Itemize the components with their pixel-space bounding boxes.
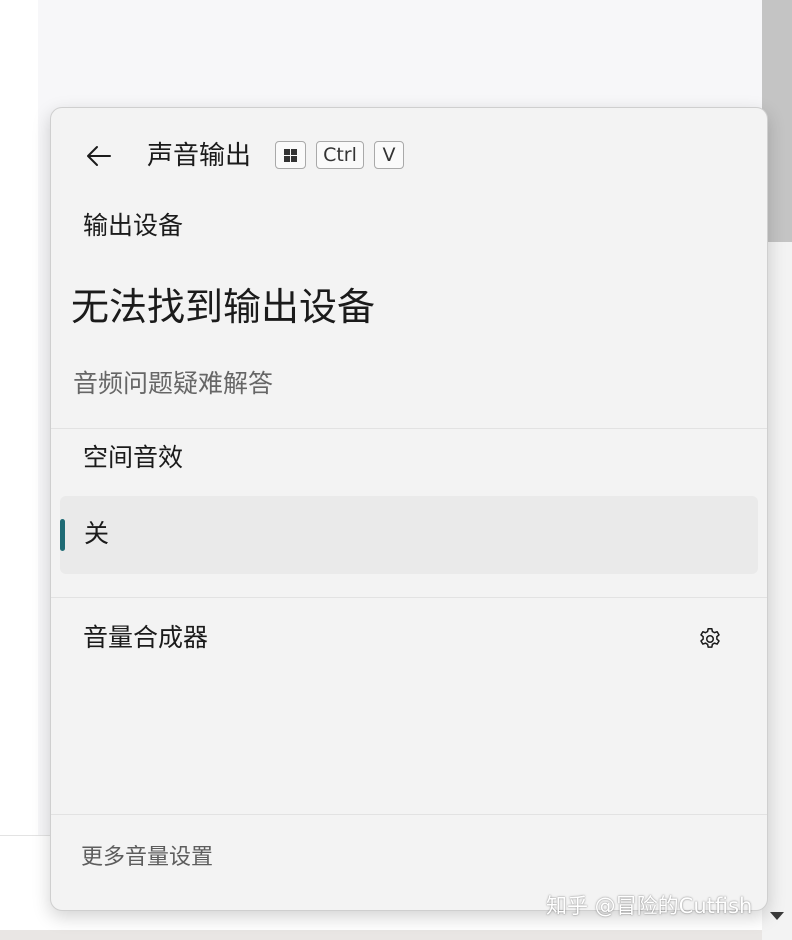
selection-indicator bbox=[60, 519, 65, 551]
watermark: 知乎 @冒险的Cutfish bbox=[546, 894, 753, 918]
v-key-badge: V bbox=[374, 141, 404, 169]
windows-key-badge bbox=[275, 141, 306, 169]
volume-mixer-label: 音量合成器 bbox=[83, 623, 209, 652]
scroll-down-arrow-icon[interactable] bbox=[770, 912, 784, 920]
sound-output-flyout: 声音输出 Ctrl V 输出设备 无法找到输出设备 音频问题疑难解答 空间音效 … bbox=[50, 107, 768, 911]
volume-mixer-settings-button[interactable] bbox=[695, 624, 725, 654]
windows-logo-icon bbox=[284, 149, 297, 162]
no-output-device-message: 无法找到输出设备 bbox=[71, 285, 376, 329]
back-arrow-icon bbox=[87, 146, 111, 166]
flyout-header: 声音输出 Ctrl V bbox=[51, 136, 767, 176]
gear-icon bbox=[700, 627, 720, 648]
more-volume-settings-link[interactable]: 更多音量设置 bbox=[81, 843, 213, 873]
volume-mixer-row[interactable]: 音量合成器 bbox=[51, 618, 767, 664]
divider bbox=[51, 597, 767, 598]
ctrl-key-badge: Ctrl bbox=[316, 141, 364, 169]
flyout-title: 声音输出 bbox=[147, 141, 252, 171]
spatial-sound-heading: 空间音效 bbox=[83, 443, 184, 472]
output-device-heading: 输出设备 bbox=[83, 211, 184, 240]
troubleshoot-audio-link[interactable]: 音频问题疑难解答 bbox=[73, 368, 273, 400]
divider bbox=[51, 428, 767, 429]
divider bbox=[51, 814, 767, 815]
spatial-sound-option-label: 关 bbox=[84, 519, 110, 548]
taskbar-edge bbox=[0, 930, 762, 940]
spatial-sound-option-off[interactable]: 关 bbox=[60, 496, 758, 574]
back-button[interactable] bbox=[81, 138, 117, 174]
background-divider bbox=[0, 835, 52, 836]
